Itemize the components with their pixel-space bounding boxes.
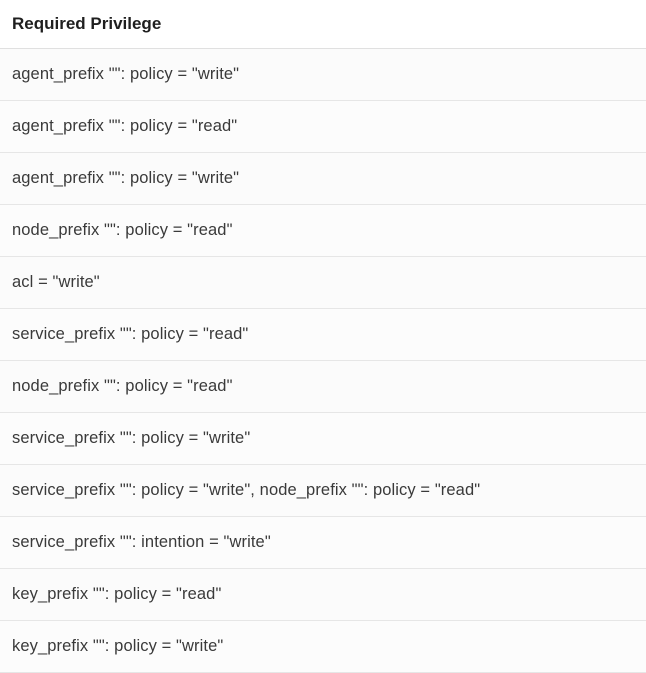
table-row: agent_prefix "": policy = "write" — [0, 153, 646, 205]
table-header: Required Privilege — [0, 0, 646, 49]
table-row: key_prefix "": policy = "read" — [0, 569, 646, 621]
table-row: acl = "write" — [0, 257, 646, 309]
table-row: node_prefix "": policy = "read" — [0, 205, 646, 257]
table-row: service_prefix "": intention = "write" — [0, 517, 646, 569]
table-row: node_prefix "": policy = "read" — [0, 361, 646, 413]
privilege-table: Required Privilege agent_prefix "": poli… — [0, 0, 646, 673]
table-row: service_prefix "": policy = "write", nod… — [0, 465, 646, 517]
table-row: service_prefix "": policy = "write" — [0, 413, 646, 465]
table-row: agent_prefix "": policy = "write" — [0, 49, 646, 101]
table-row: service_prefix "": policy = "read" — [0, 309, 646, 361]
table-row: key_prefix "": policy = "write" — [0, 621, 646, 673]
table-row: agent_prefix "": policy = "read" — [0, 101, 646, 153]
